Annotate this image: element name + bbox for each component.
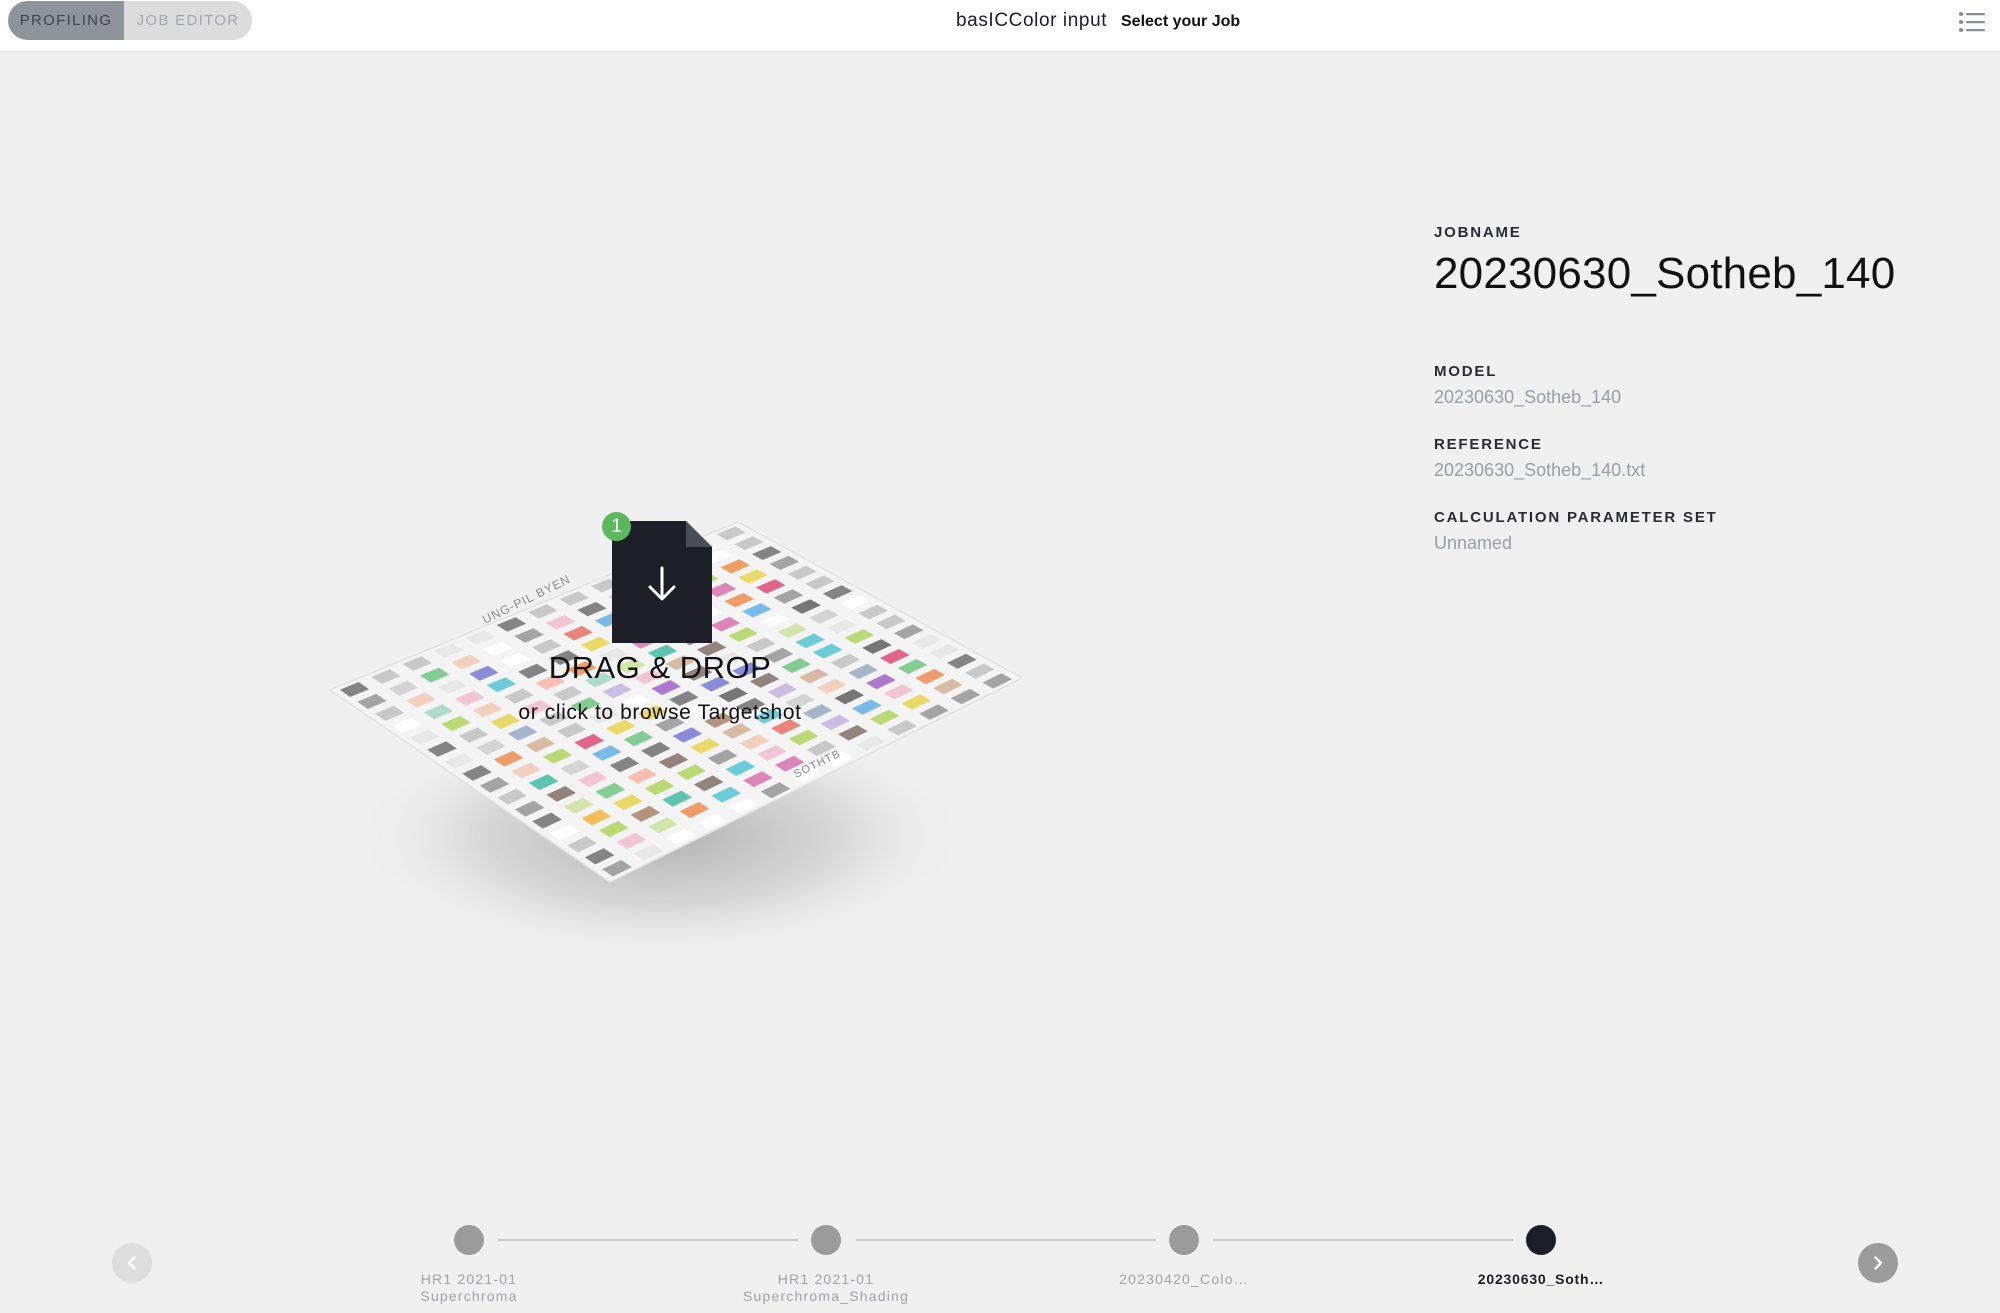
top-bar: PROFILING JOB EDITOR basICColor input Se… [0,0,2000,52]
mode-toggle: PROFILING JOB EDITOR [8,1,252,40]
drag-drop-title: DRAG & DROP [548,650,772,685]
timeline-dot-3[interactable] [1169,1225,1199,1255]
timeline-connector [1213,1239,1513,1241]
model-label: MODEL [1434,363,1498,380]
timeline-connector [856,1239,1156,1241]
chevron-right-icon [1874,1256,1883,1270]
next-job-button[interactable] [1858,1243,1898,1283]
reference-label: REFERENCE [1434,436,1543,453]
timeline-label-4[interactable]: 20230630_Soth… [1411,1271,1671,1288]
timeline-dot-2[interactable] [811,1225,841,1255]
timeline-label-1[interactable]: HR1 2021-01 Superchroma [339,1271,599,1305]
targetshot-dropzone[interactable]: UNG-PIL BYEN SOTHTB 1 DRAG & DROP or cli… [320,500,1040,960]
timeline-dot-1[interactable] [454,1225,484,1255]
chevron-left-icon [127,1256,136,1270]
reference-value: 20230630_Sotheb_140.txt [1434,460,1646,480]
timeline-label-line: Superchroma [420,1288,518,1304]
app-title: basICColor input [956,10,1108,31]
calc-param-label: CALCULATION PARAMETER SET [1434,509,1718,526]
timeline-label-3[interactable]: 20230420_Colo… [1054,1271,1314,1288]
timeline-label-line: HR1 2021-01 [777,1271,875,1287]
step-badge: 1 [602,512,631,541]
browse-targetshot-hint: or click to browse Targetshot [518,701,802,724]
timeline-connector [498,1239,798,1241]
model-value: 20230630_Sotheb_140 [1434,387,1622,407]
timeline-label-2[interactable]: HR1 2021-01 Superchroma_Shading [696,1271,956,1305]
timeline-label-line: HR1 2021-01 [420,1271,518,1287]
menu-list-icon[interactable] [1958,9,1986,35]
timeline-dot-4[interactable] [1526,1225,1556,1255]
timeline-label-line: 20230630_Soth… [1477,1271,1605,1287]
page-subtitle: Select your Job [1121,13,1241,30]
job-info-panel: JOBNAME 20230630_Sotheb_140 MODEL 202306… [1434,224,1974,554]
calc-param-value: Unnamed [1434,533,1513,553]
file-download-icon [612,521,712,643]
job-editor-tab[interactable]: JOB EDITOR [124,1,252,40]
previous-job-button[interactable] [112,1243,152,1283]
profiling-tab[interactable]: PROFILING [8,1,124,40]
timeline-label-line: 20230420_Colo… [1119,1271,1249,1287]
jobname-label: JOBNAME [1434,224,1522,241]
timeline-label-line: Superchroma_Shading [742,1288,909,1304]
jobname-value: 20230630_Sotheb_140 [1434,249,1896,298]
